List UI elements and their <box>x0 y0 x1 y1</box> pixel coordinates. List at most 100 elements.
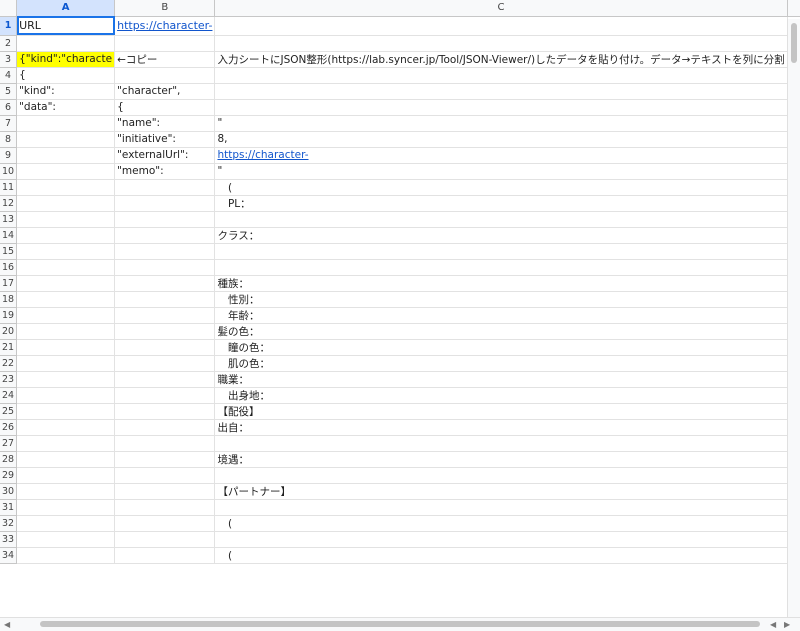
row-header-7[interactable]: 7 <box>0 115 18 132</box>
cell-c28[interactable]: 境遇： <box>214 451 788 468</box>
cell-c19[interactable]: 年齢： <box>214 307 788 324</box>
row-header-17[interactable]: 17 <box>0 275 18 292</box>
cell-a12[interactable] <box>16 195 116 212</box>
cell-c4[interactable] <box>214 67 788 84</box>
cell-b26[interactable] <box>114 419 216 436</box>
column-header-a[interactable]: A <box>16 0 116 17</box>
row-header-27[interactable]: 27 <box>0 435 18 452</box>
cell-c8[interactable]: 8, <box>214 131 788 148</box>
cell-a2[interactable] <box>16 35 116 52</box>
row-header-3[interactable]: 3 <box>0 51 18 68</box>
cell-a20[interactable] <box>16 323 116 340</box>
cell-c26[interactable]: 出自： <box>214 419 788 436</box>
column-header-c[interactable]: C <box>214 0 788 17</box>
cell-a18[interactable] <box>16 291 116 308</box>
cell-a26[interactable] <box>16 419 116 436</box>
cell-c33[interactable] <box>214 531 788 548</box>
row-header-11[interactable]: 11 <box>0 179 18 196</box>
row-header-28[interactable]: 28 <box>0 451 18 468</box>
cell-c15[interactable] <box>214 243 788 260</box>
cell-b1[interactable]: https://character- <box>114 16 216 36</box>
row-header-24[interactable]: 24 <box>0 387 18 404</box>
cell-c29[interactable] <box>214 467 788 484</box>
cell-b30[interactable] <box>114 483 216 500</box>
cell-b18[interactable] <box>114 291 216 308</box>
cell-a29[interactable] <box>16 467 116 484</box>
cell-c3[interactable]: 入力シートにJSON整形(https://lab.syncer.jp/Tool/… <box>214 51 788 68</box>
scroll-left-icon[interactable]: ◀ <box>4 618 10 631</box>
cell-b29[interactable] <box>114 467 216 484</box>
cell-a4[interactable]: { <box>16 67 116 84</box>
cell-c25[interactable]: 【配役】 <box>214 403 788 420</box>
cell-c21[interactable]: 瞳の色： <box>214 339 788 356</box>
row-header-13[interactable]: 13 <box>0 211 18 228</box>
horizontal-scrollbar[interactable]: ◀ ◀ ▶ <box>0 617 800 631</box>
row-header-5[interactable]: 5 <box>0 83 18 100</box>
cell-c10[interactable]: " <box>214 163 788 180</box>
row-header-10[interactable]: 10 <box>0 163 18 180</box>
cell-c11[interactable]: ( <box>214 179 788 196</box>
cell-a27[interactable] <box>16 435 116 452</box>
cell-c30[interactable]: 【パートナー】 <box>214 483 788 500</box>
cell-c24[interactable]: 出身地： <box>214 387 788 404</box>
cell-b17[interactable] <box>114 275 216 292</box>
cell-a11[interactable] <box>16 179 116 196</box>
cell-b16[interactable] <box>114 259 216 276</box>
row-header-12[interactable]: 12 <box>0 195 18 212</box>
cell-c27[interactable] <box>214 435 788 452</box>
cell-b21[interactable] <box>114 339 216 356</box>
row-header-18[interactable]: 18 <box>0 291 18 308</box>
row-header-15[interactable]: 15 <box>0 243 18 260</box>
cell-b24[interactable] <box>114 387 216 404</box>
row-header-4[interactable]: 4 <box>0 67 18 84</box>
cell-b4[interactable] <box>114 67 216 84</box>
cell-c5[interactable] <box>214 83 788 100</box>
cell-a21[interactable] <box>16 339 116 356</box>
vertical-scrollbar[interactable] <box>787 19 800 618</box>
cell-b8[interactable]: "initiative": <box>114 131 216 148</box>
cell-b22[interactable] <box>114 355 216 372</box>
cell-c16[interactable] <box>214 259 788 276</box>
cell-c18[interactable]: 性別： <box>214 291 788 308</box>
cell-c6[interactable] <box>214 99 788 116</box>
column-header-d[interactable]: D <box>787 0 800 17</box>
row-header-23[interactable]: 23 <box>0 371 18 388</box>
cell-b9[interactable]: "externalUrl": <box>114 147 216 164</box>
row-header-29[interactable]: 29 <box>0 467 18 484</box>
cell-b15[interactable] <box>114 243 216 260</box>
cell-b25[interactable] <box>114 403 216 420</box>
row-header-16[interactable]: 16 <box>0 259 18 276</box>
row-header-26[interactable]: 26 <box>0 419 18 436</box>
cell-b27[interactable] <box>114 435 216 452</box>
row-header-6[interactable]: 6 <box>0 99 18 116</box>
cell-a33[interactable] <box>16 531 116 548</box>
cell-a13[interactable] <box>16 211 116 228</box>
row-header-19[interactable]: 19 <box>0 307 18 324</box>
cell-b32[interactable] <box>114 515 216 532</box>
cell-a8[interactable] <box>16 131 116 148</box>
cell-c32[interactable]: ( <box>214 515 788 532</box>
row-header-33[interactable]: 33 <box>0 531 18 548</box>
cell-c17[interactable]: 種族： <box>214 275 788 292</box>
cell-c12[interactable]: PL： <box>214 195 788 212</box>
cell-c1[interactable] <box>214 16 788 36</box>
cell-b19[interactable] <box>114 307 216 324</box>
cell-b23[interactable] <box>114 371 216 388</box>
cell-b3[interactable]: ←コピー <box>114 51 216 68</box>
cell-b13[interactable] <box>114 211 216 228</box>
row-header-31[interactable]: 31 <box>0 499 18 516</box>
cell-c13[interactable] <box>214 211 788 228</box>
cell-b28[interactable] <box>114 451 216 468</box>
cell-a25[interactable] <box>16 403 116 420</box>
cell-a5[interactable]: "kind": <box>16 83 116 100</box>
row-header-1[interactable]: 1 <box>0 16 18 36</box>
cell-b6[interactable]: { <box>114 99 216 116</box>
cell-c7[interactable]: " <box>214 115 788 132</box>
cell-c23[interactable]: 職業： <box>214 371 788 388</box>
cell-a14[interactable] <box>16 227 116 244</box>
row-header-14[interactable]: 14 <box>0 227 18 244</box>
cell-b14[interactable] <box>114 227 216 244</box>
column-header-b[interactable]: B <box>114 0 216 17</box>
cell-c34[interactable]: ( <box>214 547 788 564</box>
scroll-left-arrow-icon[interactable]: ◀ <box>770 618 776 631</box>
